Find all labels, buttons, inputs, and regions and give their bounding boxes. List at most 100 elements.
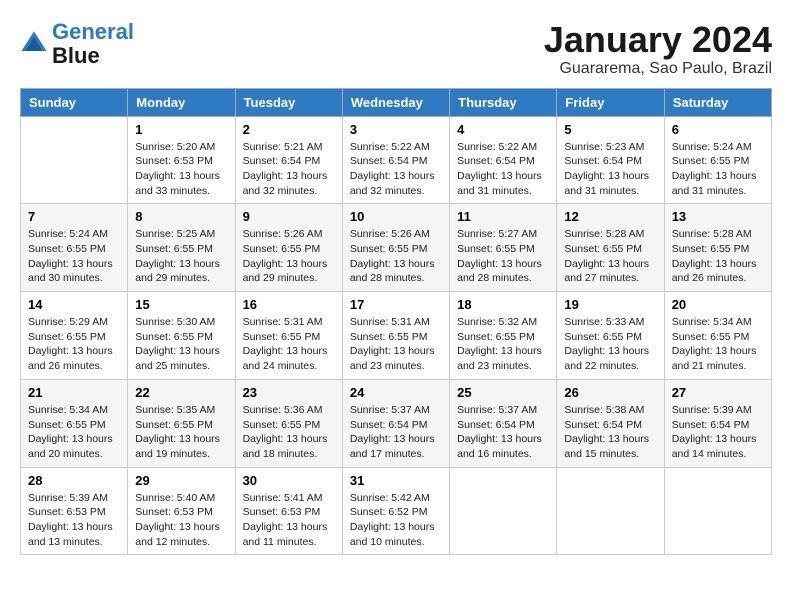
calendar-cell: 11 Sunrise: 5:27 AMSunset: 6:55 PMDayligh…: [450, 204, 557, 292]
day-number: 20: [672, 297, 764, 312]
calendar-cell: 20 Sunrise: 5:34 AMSunset: 6:55 PMDayligh…: [664, 292, 771, 380]
day-info: Sunrise: 5:34 AMSunset: 6:55 PMDaylight:…: [672, 315, 764, 374]
calendar-cell: 18Sunrise: 5:32 AMSunset: 6:55 PMDayligh…: [450, 292, 557, 380]
logo: GeneralBlue: [20, 20, 134, 68]
day-number: 29: [135, 473, 227, 488]
calendar-cell: 13 Sunrise: 5:28 AMSunset: 6:55 PMDayligh…: [664, 204, 771, 292]
weekday-header-sunday: Sunday: [21, 88, 128, 116]
calendar-cell: 19Sunrise: 5:33 AMSunset: 6:55 PMDayligh…: [557, 292, 664, 380]
calendar-cell: 1 Sunrise: 5:20 AMSunset: 6:53 PMDaylight…: [128, 116, 235, 204]
title-area: January 2024 Guararema, Sao Paulo, Brazi…: [544, 20, 772, 78]
location-title: Guararema, Sao Paulo, Brazil: [544, 60, 772, 78]
day-number: 8: [135, 209, 227, 224]
calendar-cell: 4Sunrise: 5:22 AMSunset: 6:54 PMDaylight…: [450, 116, 557, 204]
day-info: Sunrise: 5:25 AMSunset: 6:55 PMDaylight:…: [135, 227, 227, 286]
day-number: 17: [350, 297, 442, 312]
calendar-cell: 27 Sunrise: 5:39 AMSunset: 6:54 PMDayligh…: [664, 379, 771, 467]
calendar-cell: 3 Sunrise: 5:22 AMSunset: 6:54 PMDaylight…: [342, 116, 449, 204]
weekday-header-saturday: Saturday: [664, 88, 771, 116]
week-row-2: 7 Sunrise: 5:24 AMSunset: 6:55 PMDaylight…: [21, 204, 772, 292]
day-info: Sunrise: 5:37 AMSunset: 6:54 PMDaylight:…: [350, 403, 442, 462]
calendar-cell: [21, 116, 128, 204]
day-info: Sunrise: 5:33 AMSunset: 6:55 PMDaylight:…: [564, 315, 656, 374]
calendar-cell: 30 Sunrise: 5:41 AMSunset: 6:53 PMDayligh…: [235, 467, 342, 555]
day-number: 1: [135, 122, 227, 137]
day-info: Sunrise: 5:24 AMSunset: 6:55 PMDaylight:…: [672, 140, 764, 199]
page-header: GeneralBlue January 2024 Guararema, Sao …: [20, 20, 772, 78]
calendar-cell: 24 Sunrise: 5:37 AMSunset: 6:54 PMDayligh…: [342, 379, 449, 467]
day-number: 3: [350, 122, 442, 137]
day-info: Sunrise: 5:24 AMSunset: 6:55 PMDaylight:…: [28, 227, 120, 286]
day-info: Sunrise: 5:32 AMSunset: 6:55 PMDaylight:…: [457, 315, 549, 374]
calendar-cell: 10Sunrise: 5:26 AMSunset: 6:55 PMDayligh…: [342, 204, 449, 292]
day-info: Sunrise: 5:28 AMSunset: 6:55 PMDaylight:…: [672, 227, 764, 286]
day-number: 14: [28, 297, 120, 312]
calendar-cell: 21 Sunrise: 5:34 AMSunset: 6:55 PMDayligh…: [21, 379, 128, 467]
day-info: Sunrise: 5:39 AMSunset: 6:54 PMDaylight:…: [672, 403, 764, 462]
weekday-header-tuesday: Tuesday: [235, 88, 342, 116]
day-number: 2: [243, 122, 335, 137]
calendar-cell: 5 Sunrise: 5:23 AMSunset: 6:54 PMDaylight…: [557, 116, 664, 204]
calendar-cell: 25Sunrise: 5:37 AMSunset: 6:54 PMDayligh…: [450, 379, 557, 467]
weekday-header-friday: Friday: [557, 88, 664, 116]
calendar-cell: 22 Sunrise: 5:35 AMSunset: 6:55 PMDayligh…: [128, 379, 235, 467]
calendar-cell: 23Sunrise: 5:36 AMSunset: 6:55 PMDayligh…: [235, 379, 342, 467]
calendar-cell: 31 Sunrise: 5:42 AMSunset: 6:52 PMDayligh…: [342, 467, 449, 555]
day-info: Sunrise: 5:22 AMSunset: 6:54 PMDaylight:…: [350, 140, 442, 199]
week-row-1: 1 Sunrise: 5:20 AMSunset: 6:53 PMDaylight…: [21, 116, 772, 204]
calendar-cell: 14 Sunrise: 5:29 AMSunset: 6:55 PMDayligh…: [21, 292, 128, 380]
week-row-5: 28 Sunrise: 5:39 AMSunset: 6:53 PMDayligh…: [21, 467, 772, 555]
weekday-header-monday: Monday: [128, 88, 235, 116]
day-info: Sunrise: 5:28 AMSunset: 6:55 PMDaylight:…: [564, 227, 656, 286]
day-number: 9: [243, 209, 335, 224]
day-number: 16: [243, 297, 335, 312]
day-number: 28: [28, 473, 120, 488]
calendar-cell: 26Sunrise: 5:38 AMSunset: 6:54 PMDayligh…: [557, 379, 664, 467]
day-info: Sunrise: 5:31 AMSunset: 6:55 PMDaylight:…: [350, 315, 442, 374]
calendar-cell: 6 Sunrise: 5:24 AMSunset: 6:55 PMDaylight…: [664, 116, 771, 204]
day-number: 31: [350, 473, 442, 488]
day-info: Sunrise: 5:23 AMSunset: 6:54 PMDaylight:…: [564, 140, 656, 199]
day-info: Sunrise: 5:26 AMSunset: 6:55 PMDaylight:…: [243, 227, 335, 286]
calendar-cell: 2 Sunrise: 5:21 AMSunset: 6:54 PMDaylight…: [235, 116, 342, 204]
day-info: Sunrise: 5:35 AMSunset: 6:55 PMDaylight:…: [135, 403, 227, 462]
day-info: Sunrise: 5:40 AMSunset: 6:53 PMDaylight:…: [135, 491, 227, 550]
day-number: 23: [243, 385, 335, 400]
day-info: Sunrise: 5:21 AMSunset: 6:54 PMDaylight:…: [243, 140, 335, 199]
day-info: Sunrise: 5:30 AMSunset: 6:55 PMDaylight:…: [135, 315, 227, 374]
day-number: 21: [28, 385, 120, 400]
calendar-cell: 12Sunrise: 5:28 AMSunset: 6:55 PMDayligh…: [557, 204, 664, 292]
day-number: 22: [135, 385, 227, 400]
calendar-cell: [450, 467, 557, 555]
day-number: 5: [564, 122, 656, 137]
day-number: 24: [350, 385, 442, 400]
calendar-cell: 15 Sunrise: 5:30 AMSunset: 6:55 PMDayligh…: [128, 292, 235, 380]
day-number: 7: [28, 209, 120, 224]
day-number: 30: [243, 473, 335, 488]
calendar-cell: 17 Sunrise: 5:31 AMSunset: 6:55 PMDayligh…: [342, 292, 449, 380]
logo-icon: [20, 30, 48, 58]
calendar-cell: 29 Sunrise: 5:40 AMSunset: 6:53 PMDayligh…: [128, 467, 235, 555]
day-info: Sunrise: 5:27 AMSunset: 6:55 PMDaylight:…: [457, 227, 549, 286]
calendar-cell: [664, 467, 771, 555]
day-info: Sunrise: 5:42 AMSunset: 6:52 PMDaylight:…: [350, 491, 442, 550]
day-number: 6: [672, 122, 764, 137]
day-info: Sunrise: 5:41 AMSunset: 6:53 PMDaylight:…: [243, 491, 335, 550]
weekday-header-row: SundayMondayTuesdayWednesdayThursdayFrid…: [21, 88, 772, 116]
week-row-3: 14 Sunrise: 5:29 AMSunset: 6:55 PMDayligh…: [21, 292, 772, 380]
day-info: Sunrise: 5:29 AMSunset: 6:55 PMDaylight:…: [28, 315, 120, 374]
day-info: Sunrise: 5:34 AMSunset: 6:55 PMDaylight:…: [28, 403, 120, 462]
day-info: Sunrise: 5:31 AMSunset: 6:55 PMDaylight:…: [243, 315, 335, 374]
day-number: 13: [672, 209, 764, 224]
day-number: 15: [135, 297, 227, 312]
weekday-header-wednesday: Wednesday: [342, 88, 449, 116]
logo-text: GeneralBlue: [52, 20, 134, 68]
calendar-cell: 9 Sunrise: 5:26 AMSunset: 6:55 PMDaylight…: [235, 204, 342, 292]
month-title: January 2024: [544, 20, 772, 60]
day-info: Sunrise: 5:20 AMSunset: 6:53 PMDaylight:…: [135, 140, 227, 199]
day-info: Sunrise: 5:39 AMSunset: 6:53 PMDaylight:…: [28, 491, 120, 550]
calendar-table: SundayMondayTuesdayWednesdayThursdayFrid…: [20, 88, 772, 556]
day-number: 27: [672, 385, 764, 400]
day-number: 4: [457, 122, 549, 137]
day-number: 11: [457, 209, 549, 224]
